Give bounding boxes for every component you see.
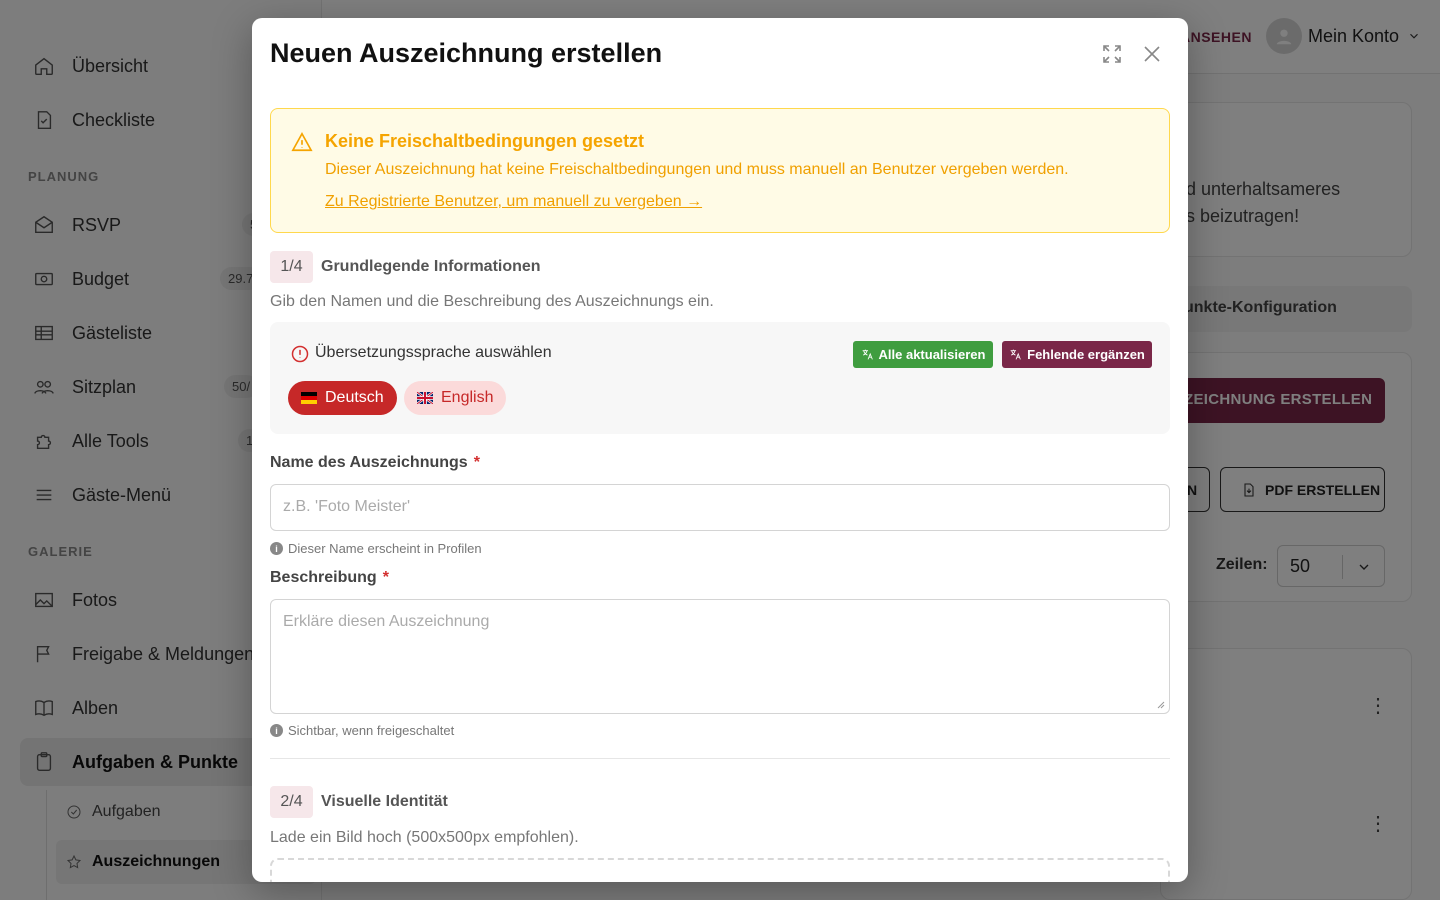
required-marker: * <box>473 454 480 471</box>
step-description: Gib den Namen und die Beschreibung des A… <box>270 293 714 310</box>
alert-text: Dieser Auszeichnung hat keine Freischalt… <box>325 161 1069 178</box>
step-title: Visuelle Identität <box>321 793 448 810</box>
language-label: Übersetzungssprache auswählen <box>315 344 552 361</box>
info-icon: i <box>270 724 283 737</box>
fill-missing-label: Fehlende ergänzen <box>1027 347 1145 362</box>
flag-de-icon <box>301 392 317 404</box>
update-all-label: Alle aktualisieren <box>878 347 986 362</box>
info-icon: i <box>270 542 283 555</box>
step-title: Grundlegende Informationen <box>321 258 541 275</box>
required-marker: * <box>382 569 389 586</box>
name-hint: i Dieser Name erscheint in Profilen <box>270 541 482 556</box>
language-chip-label: Deutsch <box>325 389 384 406</box>
description-hint: i Sichtbar, wenn freigeschaltet <box>270 723 454 738</box>
step-description: Lade ein Bild hoch (500x500px empfohlen)… <box>270 829 579 846</box>
language-chip-label: English <box>441 389 494 406</box>
award-description-textarea[interactable]: Erkläre diesen Auszeichnung <box>270 599 1170 714</box>
textarea-placeholder: Erkläre diesen Auszeichnung <box>283 613 490 630</box>
registered-users-link[interactable]: Zu Registrierte Benutzer, um manuell zu … <box>325 193 702 211</box>
flag-uk-icon <box>417 392 433 404</box>
alert-title: Keine Freischaltbedingungen gesetzt <box>325 131 645 151</box>
language-selector: Übersetzungssprache auswählen Alle aktua… <box>270 322 1170 434</box>
section-divider <box>270 758 1170 759</box>
update-all-button[interactable]: Alle aktualisieren <box>853 341 993 368</box>
resize-handle-icon[interactable] <box>1157 701 1165 709</box>
modal-title: Neuen Auszeichnung erstellen <box>270 38 663 68</box>
name-field-label: Name des Auszeichnungs * <box>270 454 480 471</box>
fill-missing-button[interactable]: Fehlende ergänzen <box>1002 341 1152 368</box>
expand-icon[interactable] <box>1100 42 1124 66</box>
translate-icon <box>862 349 873 360</box>
close-icon[interactable] <box>1140 42 1164 66</box>
language-chip-de[interactable]: Deutsch <box>288 381 397 415</box>
image-dropzone[interactable] <box>270 858 1170 882</box>
description-field-label: Beschreibung * <box>270 569 389 586</box>
create-award-modal: Neuen Auszeichnung erstellen Keine Freis… <box>252 18 1188 882</box>
input-placeholder: z.B. 'Foto Meister' <box>283 498 411 515</box>
warning-alert: Keine Freischaltbedingungen gesetzt Dies… <box>270 108 1170 233</box>
award-name-input[interactable]: z.B. 'Foto Meister' <box>270 484 1170 531</box>
warning-icon <box>291 131 313 153</box>
step-badge: 1/4 <box>270 251 313 283</box>
step-badge: 2/4 <box>270 786 313 818</box>
language-chip-en[interactable]: English <box>404 381 507 415</box>
translate-icon <box>1010 349 1021 360</box>
alert-circle-icon <box>290 344 310 364</box>
